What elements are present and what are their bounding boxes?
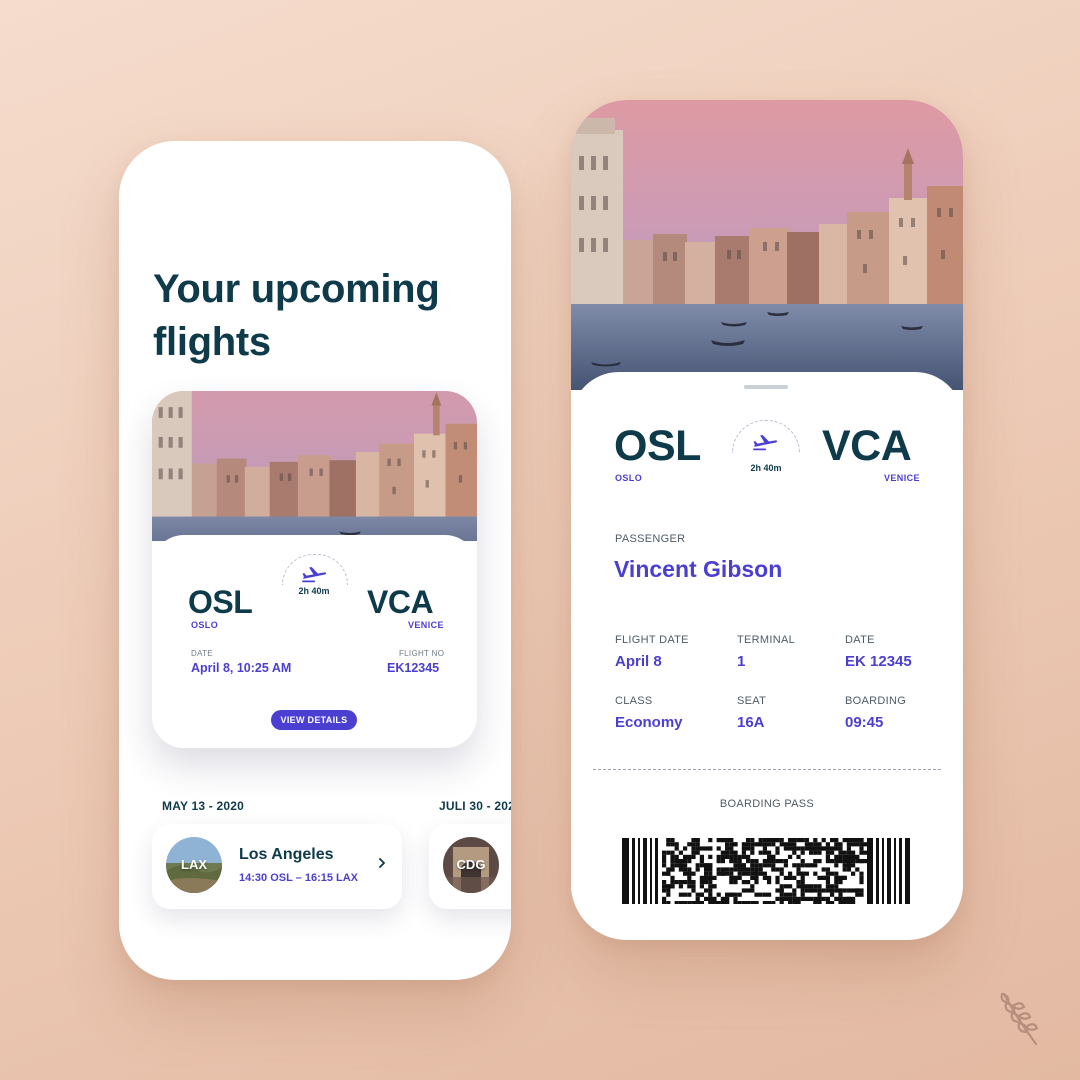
flight-duration: 2h 40m bbox=[750, 463, 782, 473]
boarding-pass-card: OSL OSLO 2h 40m VCA VENICE PASSENGER Vin… bbox=[571, 372, 963, 940]
upcoming-flights-screen: Your upcoming flights OSL OSLO 2h 40m VC… bbox=[119, 141, 511, 980]
boarding-pass-label: BOARDING PASS bbox=[719, 798, 815, 810]
class-label: CLASS bbox=[615, 695, 653, 707]
boarding-value: 09:45 bbox=[845, 714, 884, 731]
featured-flight-card[interactable]: OSL OSLO 2h 40m VCA VENICE DATE April 8,… bbox=[152, 391, 477, 748]
terminal-value: 1 bbox=[737, 653, 746, 670]
divider bbox=[593, 769, 941, 770]
leaf-logo-icon bbox=[996, 990, 1042, 1050]
destination-code: VCA bbox=[367, 584, 434, 620]
destination-code: VCA bbox=[822, 422, 912, 470]
flight-date-label: FLIGHT DATE bbox=[615, 634, 689, 646]
avatar-label: CDG bbox=[456, 857, 486, 872]
barcode bbox=[622, 838, 912, 904]
passenger-name: Vincent Gibson bbox=[614, 556, 783, 582]
date-label: DATE bbox=[191, 649, 213, 658]
airplane-icon bbox=[752, 433, 778, 451]
trip-city: Los Angeles bbox=[239, 846, 334, 863]
trip-date-header: MAY 13 - 2020 bbox=[162, 799, 244, 813]
destination-avatar: CDG bbox=[443, 837, 499, 893]
origin-city: OSLO bbox=[615, 473, 643, 483]
airplane-icon bbox=[301, 565, 327, 583]
flight-date-value: April 8 bbox=[615, 653, 662, 670]
drag-handle[interactable] bbox=[744, 385, 788, 389]
trip-date-header: JULI 30 - 2020 bbox=[439, 799, 511, 813]
destination-city: VENICE bbox=[884, 473, 920, 483]
terminal-label: TERMINAL bbox=[737, 634, 796, 646]
seat-label: SEAT bbox=[737, 695, 767, 707]
avatar-label: LAX bbox=[181, 857, 207, 872]
page-title: Your upcoming flights bbox=[153, 267, 440, 364]
boarding-label: BOARDING bbox=[845, 695, 907, 707]
flight-duration: 2h 40m bbox=[298, 586, 330, 596]
trip-card-los-angeles[interactable]: LAX Los Angeles 14:30 OSL – 16:15 LAX bbox=[152, 824, 402, 909]
date-value: EK 12345 bbox=[845, 653, 912, 670]
destination-city: VENICE bbox=[408, 620, 444, 630]
destination-photo bbox=[152, 391, 477, 541]
chevron-right-icon[interactable] bbox=[376, 856, 388, 870]
destination-photo bbox=[571, 100, 963, 390]
class-value: Economy bbox=[615, 714, 683, 731]
date-label: DATE bbox=[845, 634, 875, 646]
trip-card-paris[interactable]: CDG bbox=[429, 824, 511, 909]
view-details-button[interactable]: VIEW DETAILS bbox=[271, 710, 357, 730]
flight-no-value: EK12345 bbox=[387, 661, 440, 675]
origin-code: OSL bbox=[614, 422, 701, 470]
seat-value: 16A bbox=[737, 714, 765, 731]
date-value: April 8, 10:25 AM bbox=[191, 661, 292, 675]
origin-city: OSLO bbox=[191, 620, 219, 630]
boarding-pass-screen: OSL OSLO 2h 40m VCA VENICE PASSENGER Vin… bbox=[571, 100, 963, 940]
origin-code: OSL bbox=[188, 584, 253, 620]
trip-times: 14:30 OSL – 16:15 LAX bbox=[239, 872, 359, 884]
passenger-label: PASSENGER bbox=[615, 533, 686, 545]
flight-no-label: FLIGHT NO bbox=[399, 649, 445, 658]
flight-summary: OSL OSLO 2h 40m VCA VENICE DATE April 8,… bbox=[152, 535, 477, 748]
destination-avatar: LAX bbox=[166, 837, 222, 893]
